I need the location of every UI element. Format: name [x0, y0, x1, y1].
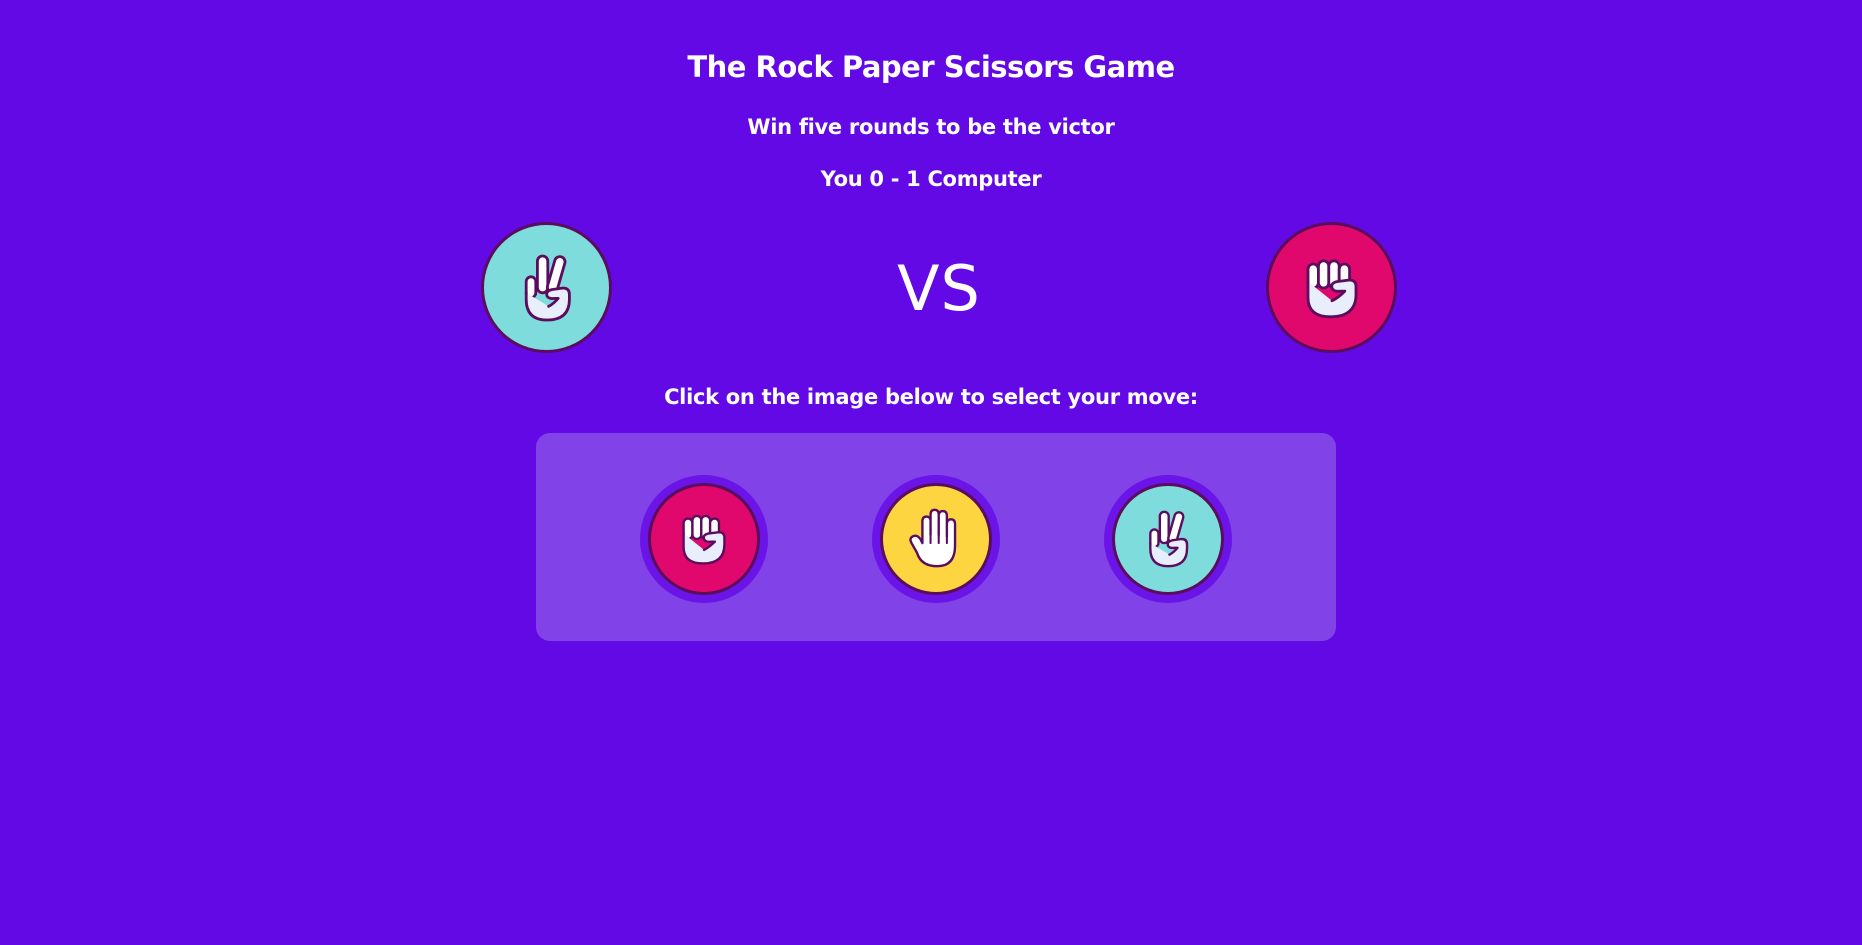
- rock-fist-icon: [1292, 248, 1372, 328]
- rock-choice-button[interactable]: [640, 475, 768, 603]
- game-title: The Rock Paper Scissors Game: [687, 50, 1175, 84]
- rock-fist-icon: [670, 505, 738, 573]
- move-instruction: Click on the image below to select your …: [664, 385, 1198, 409]
- scissors-fingers-icon: [1134, 505, 1202, 573]
- move-choices-panel: [536, 433, 1336, 641]
- scissors-choice-disc: [1112, 483, 1224, 595]
- paper-choice-disc: [880, 483, 992, 595]
- computer-move-display: [1266, 222, 1397, 353]
- game-subtitle: Win five rounds to be the victor: [747, 115, 1115, 139]
- scoreboard: You 0 - 1 Computer: [820, 167, 1042, 191]
- paper-choice-button[interactable]: [872, 475, 1000, 603]
- paper-hand-icon: [902, 505, 970, 573]
- rock-choice-disc: [648, 483, 760, 595]
- scissors-choice-button[interactable]: [1104, 475, 1232, 603]
- vs-label: VS: [897, 252, 981, 325]
- game-screen: The Rock Paper Scissors Game Win five ro…: [0, 0, 1862, 945]
